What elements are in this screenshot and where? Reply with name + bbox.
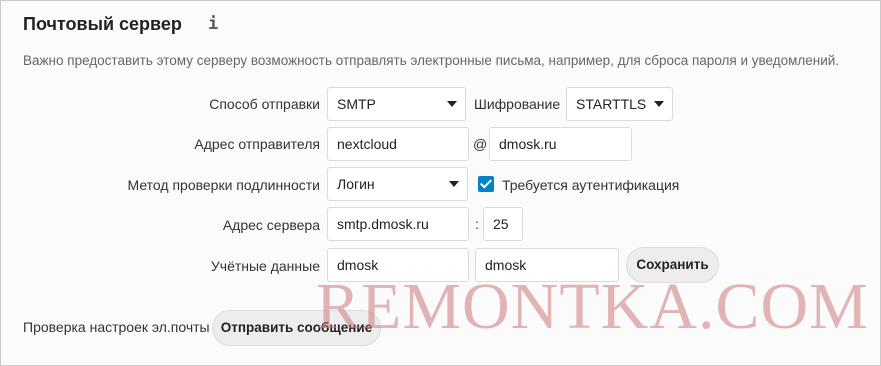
- encryption-label: Шифрование: [474, 96, 561, 112]
- server-address-label: Адрес сервера: [222, 217, 320, 233]
- chevron-down-icon: [654, 101, 664, 107]
- server-port-input[interactable]: 25: [483, 207, 523, 241]
- auth-required-label[interactable]: Требуется аутентификация: [502, 177, 679, 193]
- chevron-down-icon: [447, 101, 457, 107]
- port-separator: :: [475, 216, 479, 232]
- watermark-logo: REMONTKA.COM: [316, 270, 869, 343]
- section-title: Почтовый сервер: [23, 14, 182, 34]
- info-icon[interactable]: i: [208, 14, 218, 34]
- encryption-select[interactable]: STARTTLS: [566, 87, 673, 121]
- auth-method-label: Метод проверки подлинности: [127, 177, 320, 193]
- credentials-label: Учётные данные: [210, 258, 320, 274]
- chevron-down-icon: [449, 181, 459, 187]
- send-mode-select[interactable]: SMTP: [327, 87, 466, 121]
- auth-method-value: Логин: [337, 176, 375, 192]
- encryption-value: STARTTLS: [576, 96, 647, 112]
- auth-method-select[interactable]: Логин: [327, 167, 468, 201]
- server-host-input[interactable]: smtp.dmosk.ru: [327, 207, 469, 241]
- from-address-user-input[interactable]: nextcloud: [327, 127, 469, 161]
- section-description: Важно предоставить этому серверу возможн…: [23, 53, 840, 68]
- from-address-domain-input[interactable]: dmosk.ru: [489, 127, 632, 161]
- from-address-label: Адрес отправителя: [194, 136, 320, 152]
- test-settings-label: Проверка настроек эл.почты: [23, 319, 210, 335]
- send-mode-value: SMTP: [337, 96, 376, 112]
- auth-required-checkbox[interactable]: [478, 176, 494, 192]
- at-separator: @: [473, 136, 488, 152]
- send-mode-label: Способ отправки: [209, 96, 320, 112]
